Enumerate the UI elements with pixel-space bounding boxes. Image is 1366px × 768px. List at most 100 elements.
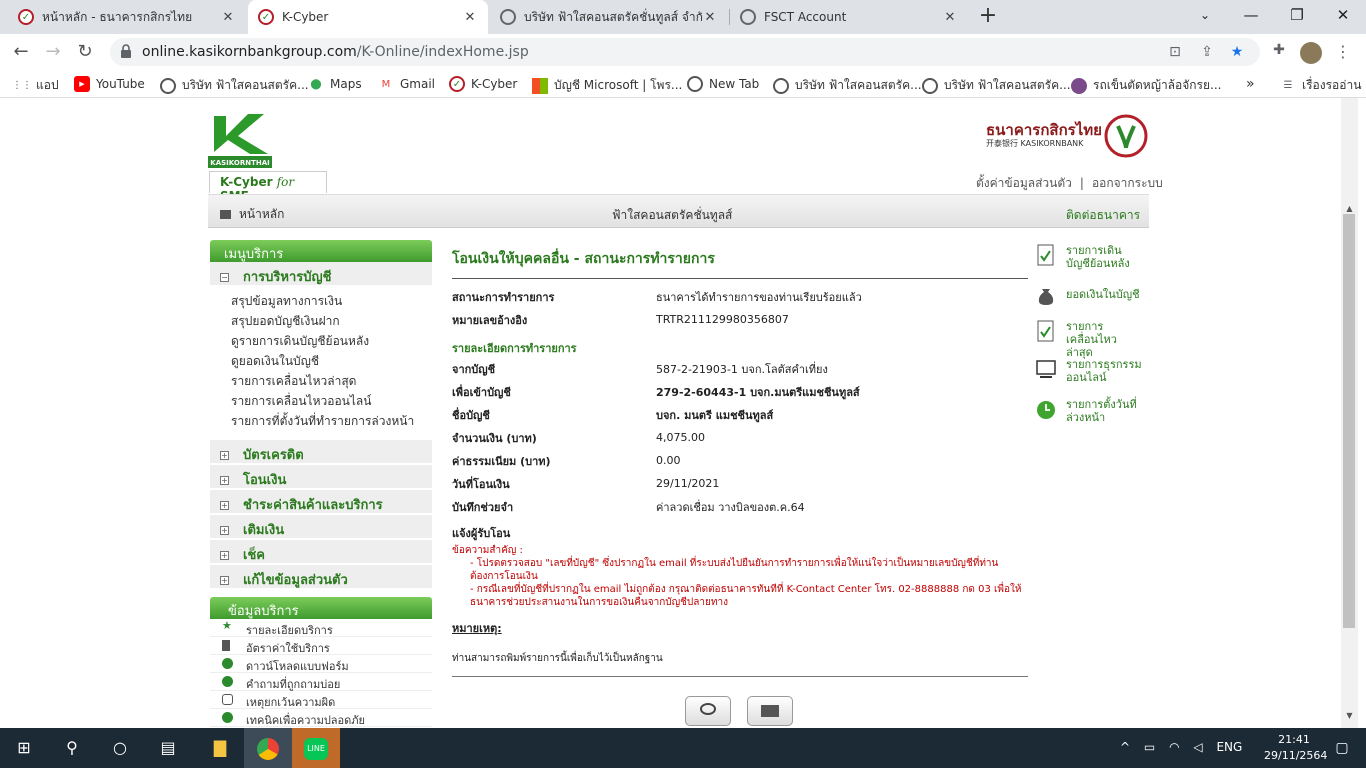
faq-link[interactable]: คำถามที่ถูกถามบ่อย xyxy=(210,673,432,691)
quicklink-recent[interactable]: รายการเคลื่อนไหวล่าสุด xyxy=(1036,320,1142,359)
bookmark-new-tab[interactable]: New Tab xyxy=(687,76,759,92)
translate-icon[interactable]: ⊡ xyxy=(1166,44,1184,60)
contact-bank-link[interactable]: ติดต่อธนาคาร xyxy=(1066,206,1140,225)
sidebar-cat-transfer[interactable]: + โอนเงิน xyxy=(210,465,432,489)
reading-list[interactable]: ☰ เรื่องรออ่าน xyxy=(1280,76,1362,95)
bookmark-star-icon[interactable]: ★ xyxy=(1228,44,1246,60)
share-icon[interactable]: ⇪ xyxy=(1198,44,1216,60)
fee-value: 0.00 xyxy=(656,454,681,467)
bookmark-gmail[interactable]: M Gmail xyxy=(378,76,435,92)
line-app-icon[interactable]: LINE xyxy=(292,728,340,768)
sidebar-item-recent[interactable]: รายการเคลื่อนไหวล่าสุด xyxy=(210,370,432,390)
close-tab-icon[interactable]: ✕ xyxy=(220,10,236,25)
windows-start-icon[interactable]: ⊞ xyxy=(0,728,48,768)
site-icon xyxy=(1071,77,1087,94)
bookmark-fsct-3[interactable]: บริษัท ฟ้าใสคอนสตรัค... xyxy=(922,76,1071,95)
svg-text:KASIKORNTHAI: KASIKORNTHAI xyxy=(210,159,269,167)
status-value: ธนาคารได้ทำรายการของท่านเรียบร้อยแล้ว xyxy=(656,290,862,304)
cortana-icon[interactable]: ○ xyxy=(96,728,144,768)
tab-fsct-account[interactable]: FSCT Account ✕ xyxy=(730,0,968,34)
to-account: 279-2-60443-1 บจก.มนตรีแมชชีนทูลส์ xyxy=(656,385,860,399)
url-text: online.kasikornbankgroup.com/K-Online/in… xyxy=(142,44,529,60)
from-account: 587-2-21903-1 บจก.โลตัสคำเที่ยง xyxy=(656,362,828,376)
bookmark-lawnmower[interactable]: รถเข็นตัดหญ้าล้อจักรย... xyxy=(1071,76,1221,95)
tab-search-icon[interactable]: ⌄ xyxy=(1182,0,1228,30)
bank-subtitle: 开泰银行 KASIKORNBANK xyxy=(986,139,1084,148)
sidebar-item-scheduled[interactable]: รายการที่ตั้งวันที่ทำรายการล่วงหน้า xyxy=(210,410,432,430)
bookmark-maps[interactable]: ⬤ Maps xyxy=(308,76,361,92)
sidebar-cat-topup[interactable]: + เติมเงิน xyxy=(210,515,432,539)
bookmark-microsoft[interactable]: บัญชี Microsoft | โพร... xyxy=(532,76,682,95)
profile-avatar[interactable] xyxy=(1300,42,1322,64)
close-window-button[interactable]: ✕ xyxy=(1320,0,1366,30)
logout-link[interactable]: ออกจากระบบ xyxy=(1092,176,1163,190)
service-details-link[interactable]: ★ รายละเอียดบริการ xyxy=(210,619,432,637)
globe-icon xyxy=(773,77,789,94)
transfer-date-row: วันที่โอนเงิน 29/11/2021 xyxy=(452,477,720,491)
sidebar-cat-cheque[interactable]: + เช็ค xyxy=(210,540,432,564)
scroll-up-icon[interactable]: ▲ xyxy=(1341,200,1358,217)
wifi-icon[interactable]: ◠ xyxy=(1169,740,1179,754)
volume-icon[interactable]: ◁ xyxy=(1193,740,1202,754)
account-name: บจก. มนตรี แมชชีนทูลส์ xyxy=(656,408,774,422)
file-explorer-icon[interactable]: ▇ xyxy=(196,728,244,768)
recent-activity-icon xyxy=(1037,320,1054,342)
kbank-favicon-icon: ✓ xyxy=(449,76,465,92)
language-indicator[interactable]: ENG xyxy=(1216,740,1242,754)
reference-row: หมายเลขอ้างอิง TRTR211129980356807 xyxy=(452,313,789,327)
bookmark-apps[interactable]: ⋮⋮ แอป xyxy=(12,76,59,95)
nav-home[interactable]: หน้าหลัก xyxy=(220,205,284,224)
settings-link[interactable]: ตั้งค่าข้อมูลส่วนตัว xyxy=(976,176,1072,190)
restore-button[interactable]: ❐ xyxy=(1274,0,1320,30)
download-forms-link[interactable]: ดาวน์โหลดแบบฟอร์ม xyxy=(210,655,432,673)
more-bookmarks-icon[interactable]: » xyxy=(1246,76,1255,92)
preview-button[interactable] xyxy=(685,696,731,726)
sidebar-cat-profile[interactable]: + แก้ไขข้อมูลส่วนตัว xyxy=(210,565,432,589)
print-button[interactable] xyxy=(747,696,793,726)
chrome-icon[interactable] xyxy=(244,728,292,768)
quicklink-scheduled[interactable]: รายการตั้งวันที่ล่วงหน้า xyxy=(1036,398,1142,424)
taskbar-clock[interactable]: 21:41 29/11/2564 xyxy=(1264,732,1327,764)
forward-button[interactable]: → xyxy=(40,40,66,64)
bookmark-youtube[interactable]: ▶ YouTube xyxy=(74,76,145,92)
sidebar-item-deposit-summary[interactable]: สรุปยอดบัญชีเงินฝาก xyxy=(210,310,432,330)
bookmark-fsct-2[interactable]: บริษัท ฟ้าใสคอนสตรัค... xyxy=(773,76,922,95)
address-bar[interactable]: online.kasikornbankgroup.com/K-Online/in… xyxy=(110,38,1260,66)
scroll-down-icon[interactable]: ▼ xyxy=(1341,707,1358,724)
notification-icon[interactable]: ▢ xyxy=(1318,728,1366,768)
sidebar-item-online[interactable]: รายการเคลื่อนไหวออนไลน์ xyxy=(210,390,432,410)
sidebar-cat-credit-card[interactable]: + บัตรเครดิต xyxy=(210,440,432,464)
bookmark-fsct-1[interactable]: บริษัท ฟ้าใสคอนสตรัค... xyxy=(160,76,309,95)
back-button[interactable]: ← xyxy=(8,40,34,64)
reload-button[interactable]: ↻ xyxy=(72,40,98,64)
search-icon[interactable]: ⚲ xyxy=(48,728,96,768)
battery-icon[interactable]: ▭ xyxy=(1144,740,1155,754)
tab-kcyber[interactable]: ✓ K-Cyber ✕ xyxy=(248,0,488,34)
tab-fsct-company[interactable]: บริษัท ฟ้าใสคอนสตรัคชั่นทูลส์ จำกัด ✕ xyxy=(490,0,728,34)
sidebar-cat-payment[interactable]: + ชำระค่าสินค้าและบริการ xyxy=(210,490,432,514)
close-tab-icon[interactable]: ✕ xyxy=(462,10,478,25)
task-view-icon[interactable]: ▤ xyxy=(144,728,192,768)
new-tab-button[interactable]: + xyxy=(976,4,1000,30)
chevron-up-icon[interactable]: ^ xyxy=(1120,740,1130,754)
collapse-icon: − xyxy=(220,273,229,282)
bookmarks-bar: ⋮⋮ แอป ▶ YouTube บริษัท ฟ้าใสคอนสตรัค... ⬤… xyxy=(0,70,1366,98)
disclaimer-link[interactable]: เหตุยกเว้นความผิด xyxy=(210,691,432,709)
sidebar-item-statement[interactable]: ดูรายการเดินบัญชีย้อนหลัง xyxy=(210,330,432,350)
sidebar-item-financial-summary[interactable]: สรุปข้อมูลทางการเงิน xyxy=(210,290,432,310)
service-fees-link[interactable]: อัตราค่าใช้บริการ xyxy=(210,637,432,655)
sidebar-cat-account-mgmt[interactable]: − การบริหารบัญชี xyxy=(210,262,432,286)
close-tab-icon[interactable]: ✕ xyxy=(702,10,718,25)
sidebar-item-balance[interactable]: ดูยอดเงินในบัญชี xyxy=(210,350,432,370)
security-tips-link[interactable]: เทคนิคเพื่อความปลอดภัย xyxy=(210,709,432,727)
scrollbar-thumb[interactable] xyxy=(1343,214,1355,628)
extensions-icon[interactable]: ✚ xyxy=(1268,42,1290,64)
close-tab-icon[interactable]: ✕ xyxy=(942,10,958,25)
minimize-button[interactable]: — xyxy=(1228,0,1274,30)
quicklink-online[interactable]: รายการธุรกรรมออนไลน์ xyxy=(1036,358,1142,384)
quicklink-balance[interactable]: ยอดเงินในบัญชี xyxy=(1036,284,1140,306)
menu-kebab-icon[interactable]: ⋮ xyxy=(1332,42,1354,64)
tab-kbank-home[interactable]: ✓ หน้าหลัก - ธนาคารกสิกรไทย ✕ xyxy=(8,0,246,34)
bookmark-kcyber[interactable]: ✓ K-Cyber xyxy=(449,76,517,92)
quicklink-statement[interactable]: รายการเดินบัญชีย้อนหลัง xyxy=(1036,244,1142,270)
